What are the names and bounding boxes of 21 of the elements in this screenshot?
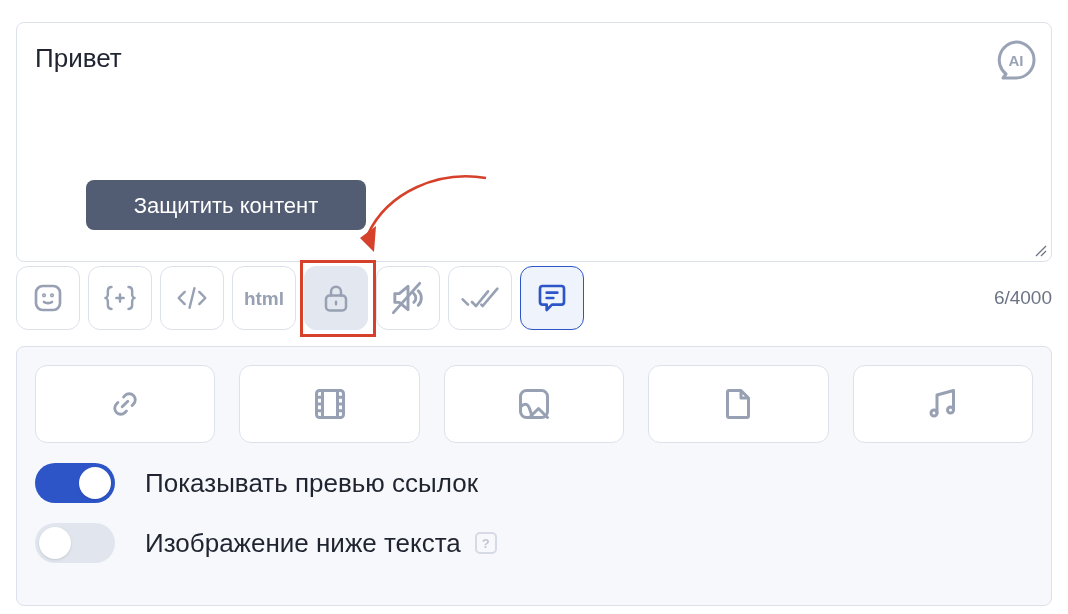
- option-label: Изображение ниже текста: [145, 526, 461, 560]
- option-label: Показывать превью ссылок: [145, 466, 479, 500]
- resize-handle-icon[interactable]: [1033, 243, 1047, 257]
- ai-assistant-icon[interactable]: AI: [995, 39, 1037, 81]
- attachment-button[interactable]: [443, 365, 625, 443]
- attachment-button[interactable]: [35, 365, 216, 443]
- attachment-button[interactable]: [648, 365, 829, 443]
- toolbar-button[interactable]: html: [232, 266, 296, 330]
- toggle-switch[interactable]: [35, 523, 115, 563]
- smiley-icon: [32, 282, 64, 314]
- attachment-button[interactable]: [852, 365, 1033, 443]
- toolbar-button[interactable]: [520, 266, 584, 330]
- tooltip: Защитить контент: [86, 180, 366, 230]
- braces-plus-icon: [103, 283, 137, 313]
- toggle-switch[interactable]: [35, 463, 115, 503]
- attachment-button[interactable]: [239, 365, 420, 443]
- message-icon: [536, 282, 568, 314]
- character-counter: 6/4000: [993, 285, 1052, 310]
- image-icon: [516, 386, 552, 422]
- message-text: Привет: [35, 43, 122, 73]
- help-icon[interactable]: ?: [474, 532, 497, 554]
